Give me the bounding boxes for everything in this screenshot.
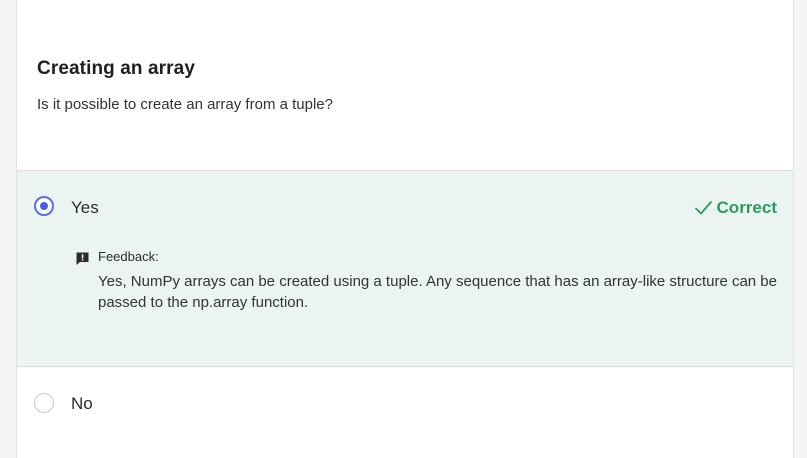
question-title: Creating an array [37,58,195,79]
option-no[interactable]: No [17,367,793,458]
quiz-card: Creating an array Is it possible to crea… [16,0,794,458]
feedback-label: Feedback: [98,249,159,264]
option-label-no: No [71,394,93,413]
feedback-text: Yes, NumPy arrays can be created using a… [98,273,777,311]
option-yes[interactable]: Yes Correct Feedback: Yes, NumPy arrays … [17,171,793,367]
question-text: Is it possible to create an array from a… [37,96,333,113]
feedback-icon [76,252,89,265]
radio-yes-selected[interactable] [34,196,54,216]
correct-label: Correct [716,198,777,217]
question-section: Creating an array Is it possible to crea… [17,0,793,171]
correct-badge: Correct [694,198,777,218]
radio-no[interactable] [34,393,54,413]
check-icon [694,201,712,215]
option-label-yes: Yes [71,198,99,217]
